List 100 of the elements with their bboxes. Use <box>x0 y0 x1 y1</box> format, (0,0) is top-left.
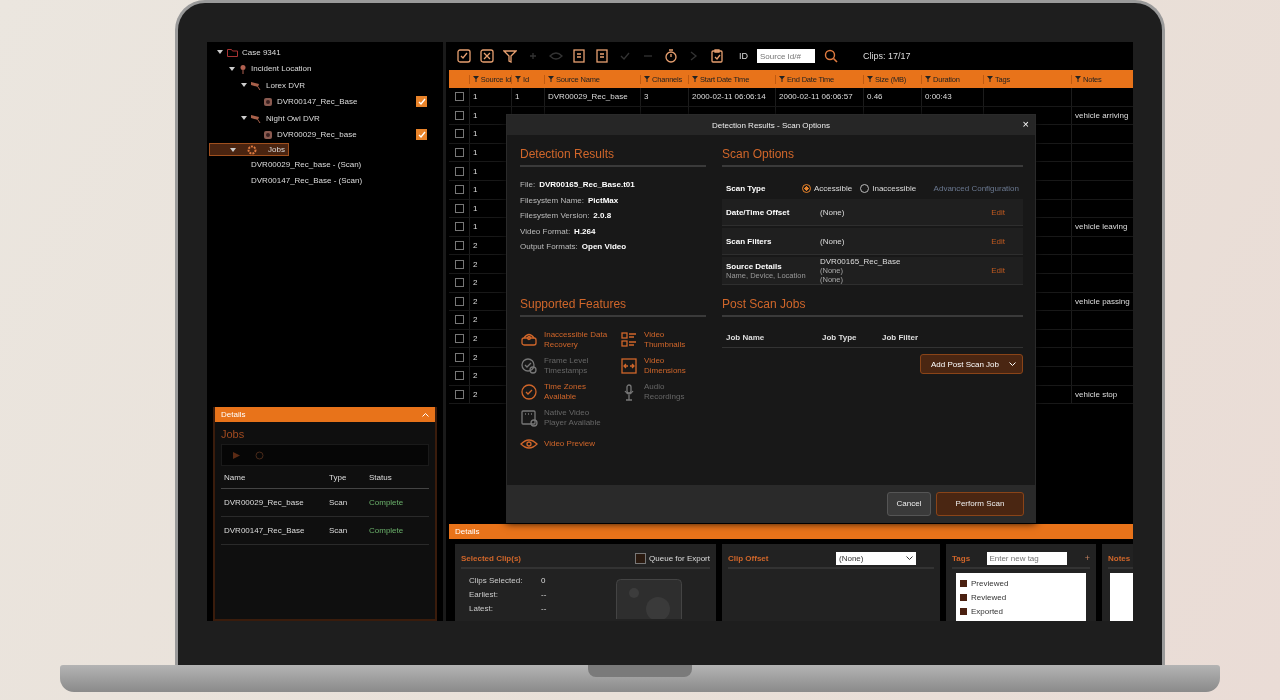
checkbox[interactable] <box>416 96 427 108</box>
offset-dropdown[interactable]: (None) <box>836 551 916 565</box>
row-checkbox[interactable] <box>454 296 464 306</box>
edit-link[interactable]: Edit <box>991 236 1005 246</box>
panel-title: Selected Clip(s) <box>461 553 521 563</box>
add-tag-button[interactable]: + <box>1084 553 1090 563</box>
row-checkbox[interactable] <box>454 259 464 269</box>
tree-item[interactable]: Jobs <box>209 143 289 156</box>
clipboard-icon[interactable] <box>710 49 724 63</box>
filter-icon[interactable] <box>644 76 650 82</box>
tree-item[interactable]: DVR00029_Rec_base - (Scan) <box>209 156 441 173</box>
gear-icon <box>247 144 258 155</box>
dialog-button[interactable]: Cancel <box>887 491 931 516</box>
checkbox[interactable] <box>416 129 427 141</box>
table-cell: vehicle arriving <box>1075 110 1129 120</box>
row-checkbox[interactable] <box>454 129 464 139</box>
expander-icon[interactable] <box>241 82 247 89</box>
filter-icon[interactable] <box>692 76 698 82</box>
field-value: (None) <box>820 236 846 246</box>
expander-icon[interactable] <box>217 49 223 56</box>
table-cell: 2 <box>473 371 478 381</box>
document-icon[interactable] <box>595 49 609 63</box>
filter-icon[interactable] <box>473 76 479 82</box>
close-box-icon[interactable] <box>480 49 494 63</box>
row-checkbox[interactable] <box>454 185 464 195</box>
row-checkbox[interactable] <box>454 92 464 102</box>
field-label: Video Format: <box>520 226 571 236</box>
checkbox-icon[interactable] <box>457 49 471 63</box>
queue-checkbox[interactable]: Queue for Export <box>635 552 710 564</box>
advanced-link[interactable]: Advanced Configuration <box>933 183 1019 193</box>
row-checkbox[interactable] <box>454 222 464 232</box>
field-label: File: <box>520 180 536 190</box>
row-checkbox[interactable] <box>454 148 464 158</box>
section-title: Jobs <box>220 427 246 442</box>
tree-label: DVR00029_Rec_base <box>277 130 357 140</box>
field-value: Open Video <box>581 242 627 252</box>
filter-icon[interactable] <box>548 76 554 82</box>
table-cell: 2 <box>473 296 478 306</box>
section-heading: Scan Options <box>722 147 1023 167</box>
expander-icon[interactable] <box>241 115 247 122</box>
filter-icon[interactable] <box>925 76 931 82</box>
filter-icon[interactable] <box>779 76 785 82</box>
radio-button[interactable]: Inaccessible <box>860 183 917 193</box>
tree-item[interactable]: DVR00147_Rec_Base <box>209 93 441 110</box>
row-checkbox[interactable] <box>454 203 464 213</box>
timer-icon[interactable] <box>664 49 678 63</box>
expander-icon[interactable] <box>230 146 236 153</box>
table-cell-text: Scan <box>329 498 349 507</box>
document-icon[interactable] <box>572 49 586 63</box>
tree-item[interactable]: DVR00147_Rec_Base - (Scan) <box>209 172 441 189</box>
table-cell: 1 <box>473 110 478 120</box>
row-checkbox[interactable] <box>454 352 464 362</box>
tree-item[interactable]: Lorex DVR <box>209 77 441 94</box>
column-header: Job Type <box>822 332 858 342</box>
tag-checkbox[interactable]: Reviewed <box>960 590 1082 604</box>
row-checkbox[interactable] <box>454 389 464 399</box>
edit-link[interactable]: Edit <box>991 207 1005 217</box>
field-label: Earliest: <box>469 589 499 599</box>
search-field[interactable]: Source Id/# <box>757 49 815 63</box>
search-icon[interactable] <box>824 49 838 63</box>
tag-checkbox[interactable]: Previewed <box>960 576 1082 590</box>
field-label: Clips Selected: <box>469 575 524 585</box>
filter-icon[interactable] <box>1075 76 1081 82</box>
field-value: -- <box>541 589 547 599</box>
tree-item[interactable]: DVR00029_Rec_base <box>209 126 441 143</box>
tree-item[interactable]: Incident Location <box>209 60 441 77</box>
feature-label: Video Thumbnails <box>644 330 687 349</box>
row-checkbox[interactable] <box>454 315 464 325</box>
row-checkbox[interactable] <box>454 278 464 288</box>
row-checkbox[interactable] <box>454 110 464 120</box>
radio-button[interactable]: Accessible <box>802 183 853 193</box>
table-cell: 2 <box>473 352 478 362</box>
clip-count: Clips: 17/17 <box>863 51 911 61</box>
tag-checkbox[interactable]: Exported <box>960 604 1082 618</box>
tree-item[interactable]: Case 9341 <box>209 44 441 61</box>
row-checkbox[interactable] <box>454 334 464 343</box>
panel-title: Tags <box>952 553 971 563</box>
panel-title: Clip Offset <box>728 553 769 563</box>
row-checkbox[interactable] <box>454 166 464 176</box>
expander-icon[interactable] <box>229 65 235 72</box>
row-checkbox[interactable] <box>454 241 464 251</box>
add-post-scan-job-button[interactable]: Add Post Scan Job <box>919 354 1023 374</box>
table-cell: vehicle passing <box>1075 296 1130 306</box>
chevron-up-icon[interactable] <box>422 412 429 417</box>
tree-item[interactable]: Night Owl DVR <box>209 110 441 127</box>
row-checkbox[interactable] <box>454 371 464 381</box>
table-cell-text: DVR00029_Rec_base <box>224 498 305 507</box>
tag-input-field[interactable]: Enter new tag <box>987 551 1068 565</box>
close-button[interactable]: × <box>1022 118 1029 131</box>
filter-icon[interactable] <box>987 76 993 82</box>
dialog-button[interactable]: Perform Scan <box>936 491 1024 516</box>
notes-field[interactable] <box>1110 573 1133 621</box>
field-value: -- <box>541 603 547 613</box>
filter-icon[interactable] <box>503 49 517 63</box>
tree-label: Night Owl DVR <box>266 113 320 123</box>
section-heading: Supported Features <box>520 296 706 317</box>
table-cell: 2000-02-11 06:06:14 <box>692 92 766 102</box>
filter-icon[interactable] <box>515 76 521 82</box>
edit-link[interactable]: Edit <box>991 266 1005 275</box>
filter-icon[interactable] <box>867 76 873 82</box>
